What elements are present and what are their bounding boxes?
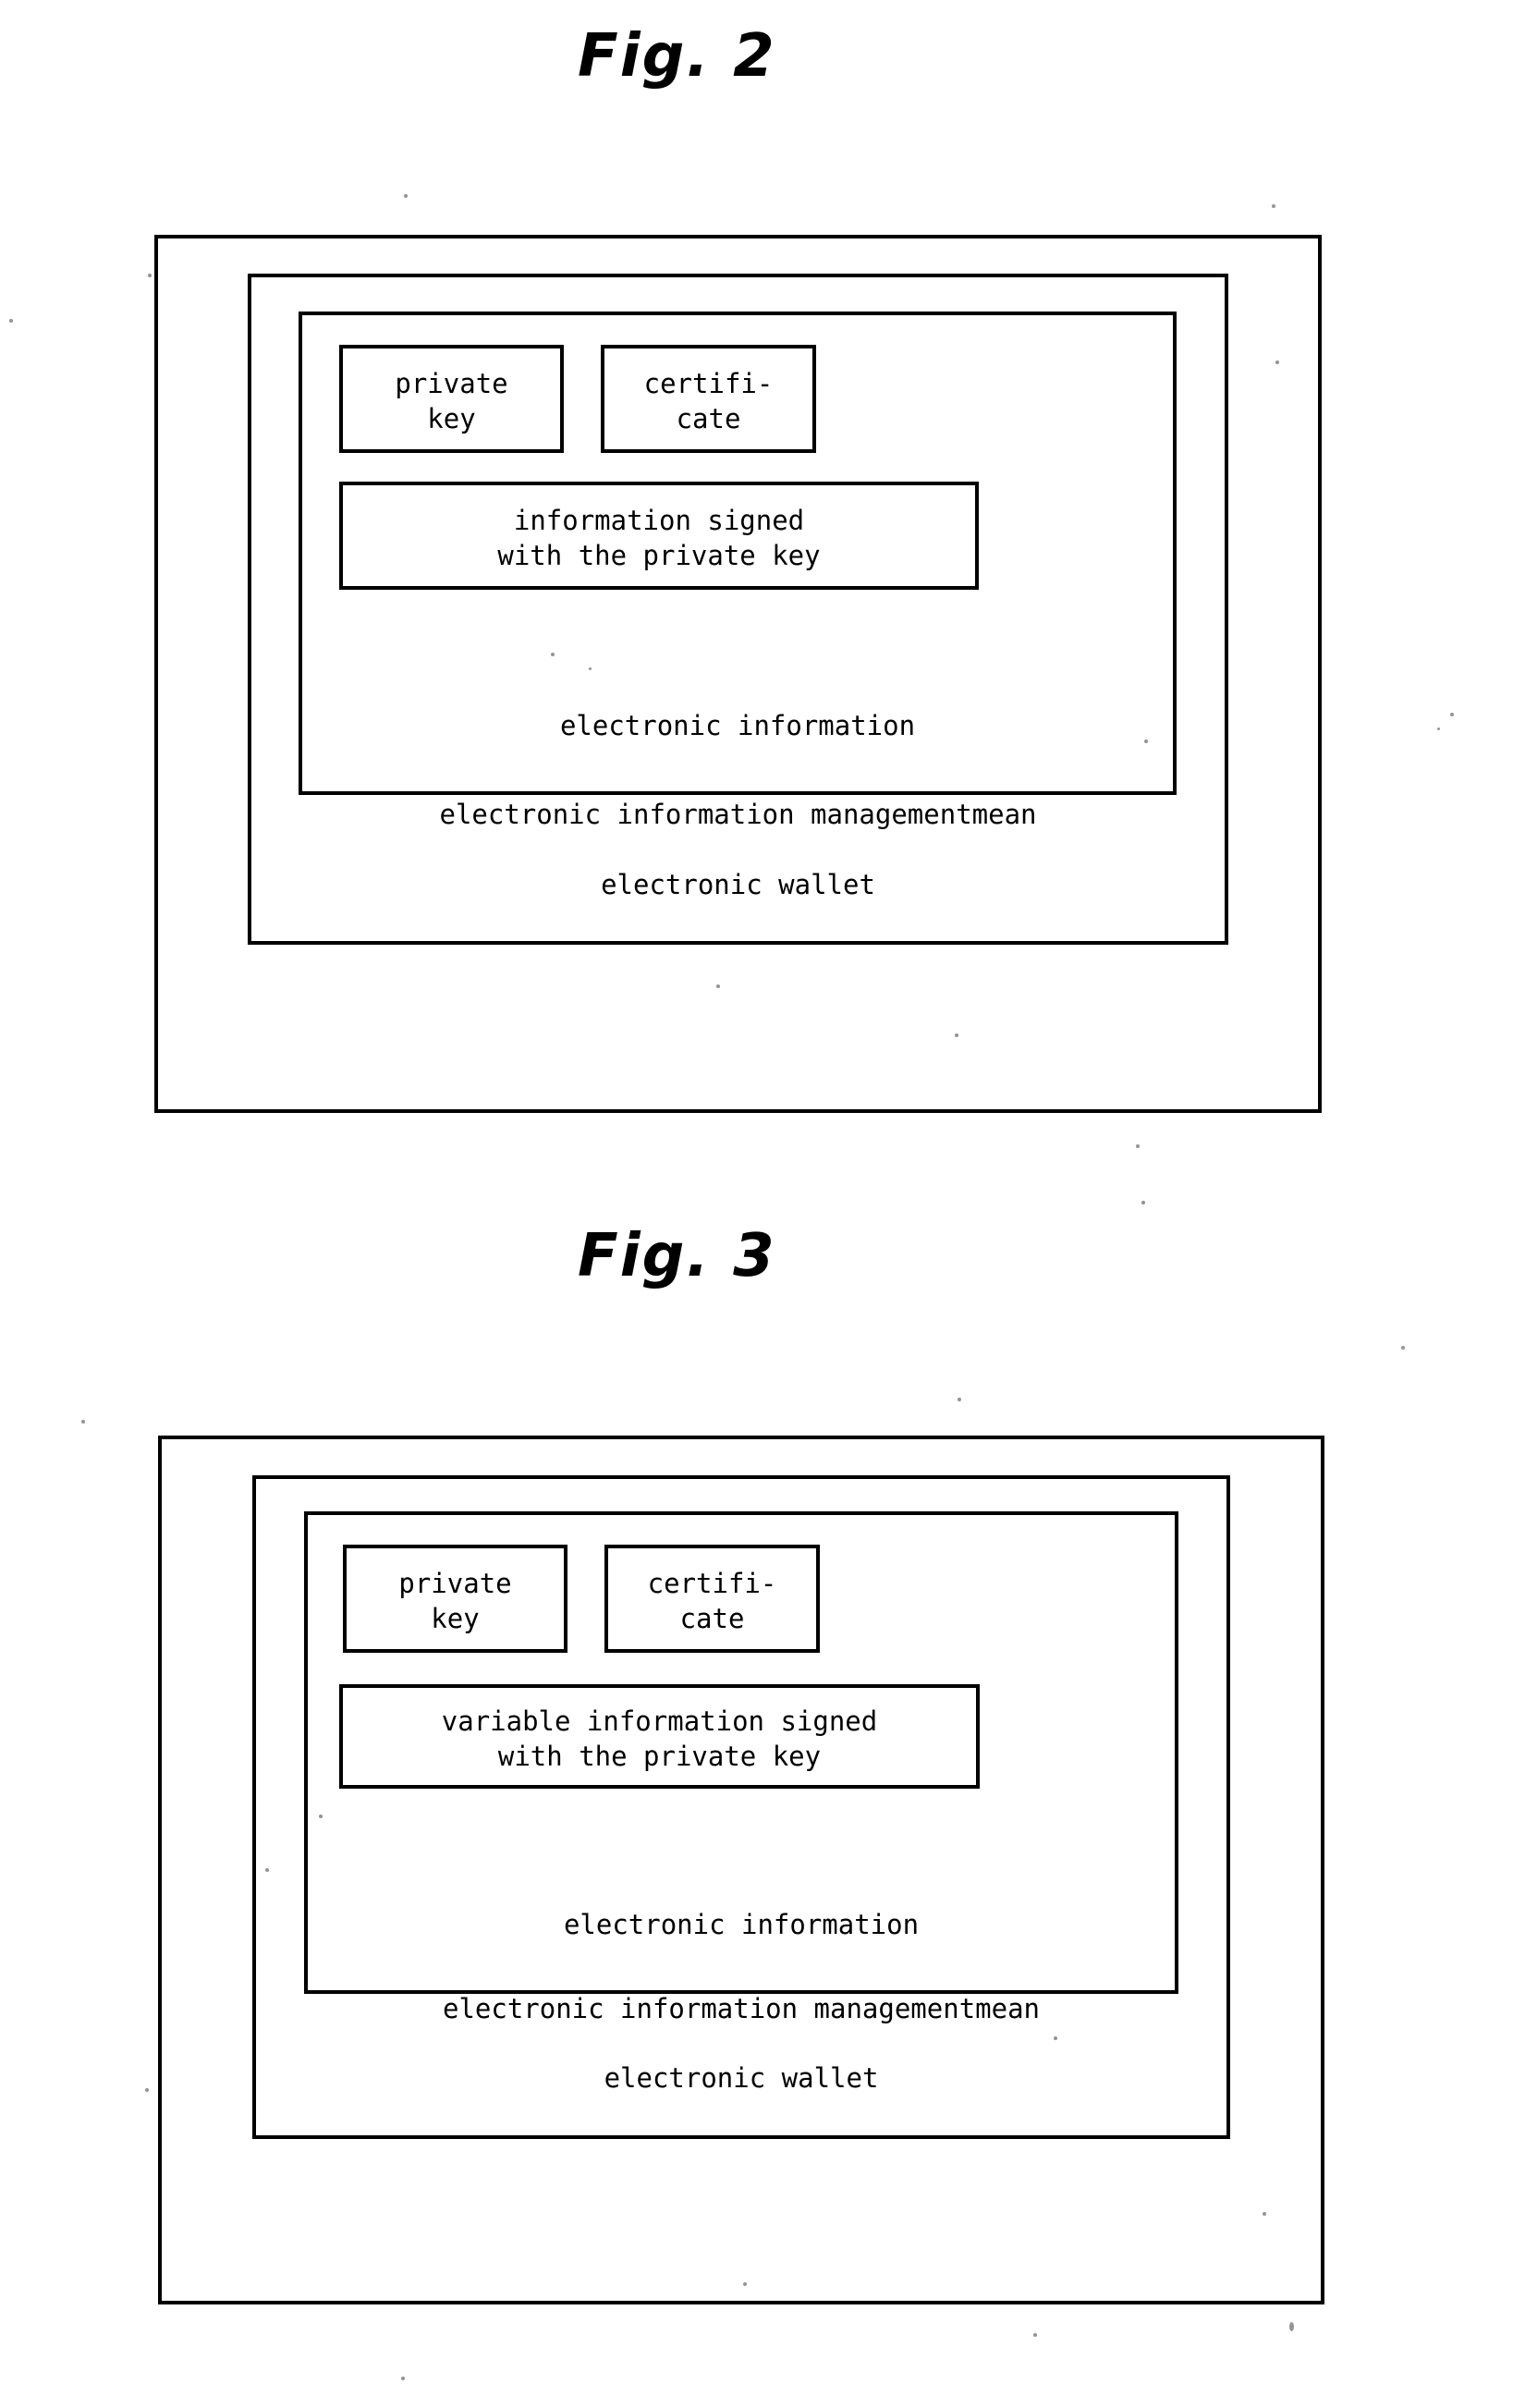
scan-speck: [148, 274, 152, 277]
scan-speck: [145, 2088, 149, 2092]
patent-figure-page: Fig. 2 electronic wallet electronic info…: [0, 0, 1513, 2408]
fig3-certificate-box: certifi- cate: [604, 1545, 820, 1653]
scan-speck: [955, 1033, 958, 1037]
fig3-signed-information-label: variable information signed with the pri…: [441, 1705, 878, 1772]
scan-speck: [401, 2377, 405, 2380]
fig3-private-key-box: private key: [343, 1545, 567, 1653]
fig2-electronic-information-label: electronic information: [559, 710, 916, 741]
scan-speck: [743, 2282, 747, 2286]
fig2-signed-information-box: information signed with the private key: [339, 482, 979, 590]
scan-speck: [551, 653, 555, 656]
scan-speck: [1141, 1201, 1145, 1204]
fig2-private-key-label: private key: [395, 368, 508, 434]
scan-speck: [1136, 1144, 1140, 1148]
fig3-private-key-label: private key: [398, 1568, 512, 1634]
scan-speck: [1275, 361, 1279, 364]
figure-3-caption: Fig. 3: [578, 1222, 776, 1290]
scan-speck: [1033, 2333, 1037, 2337]
fig2-management-mean-label: electronic information managementmean: [439, 799, 1037, 830]
scan-speck: [265, 1868, 269, 1872]
scan-speck: [81, 1420, 85, 1424]
scan-speck: [589, 667, 592, 670]
scan-speck: [1054, 2036, 1057, 2040]
scan-speck: [1289, 2322, 1294, 2331]
scan-speck: [1401, 1346, 1405, 1350]
fig3-management-mean-label: electronic information managementmean: [442, 1993, 1040, 2024]
scan-speck: [716, 984, 720, 988]
figure-2-caption: Fig. 2: [578, 22, 776, 91]
fig2-private-key-box: private key: [339, 345, 564, 453]
fig2-signed-information-label: information signed with the private key: [497, 505, 821, 571]
scan-speck: [319, 1815, 323, 1818]
scan-speck: [1437, 727, 1440, 730]
scan-speck: [1144, 740, 1148, 743]
fig3-signed-information-box: variable information signed with the pri…: [339, 1684, 980, 1789]
fig2-certificate-box: certifi- cate: [601, 345, 816, 453]
scan-speck: [404, 194, 408, 198]
scan-speck: [1450, 713, 1454, 716]
scan-speck: [958, 1398, 961, 1401]
scan-speck: [1263, 2212, 1266, 2216]
scan-speck: [1272, 204, 1275, 208]
scan-speck: [9, 319, 13, 323]
fig3-certificate-label: certifi- cate: [647, 1568, 777, 1634]
fig3-electronic-information-label: electronic information: [563, 1909, 920, 1940]
fig2-certificate-label: certifi- cate: [643, 368, 774, 434]
